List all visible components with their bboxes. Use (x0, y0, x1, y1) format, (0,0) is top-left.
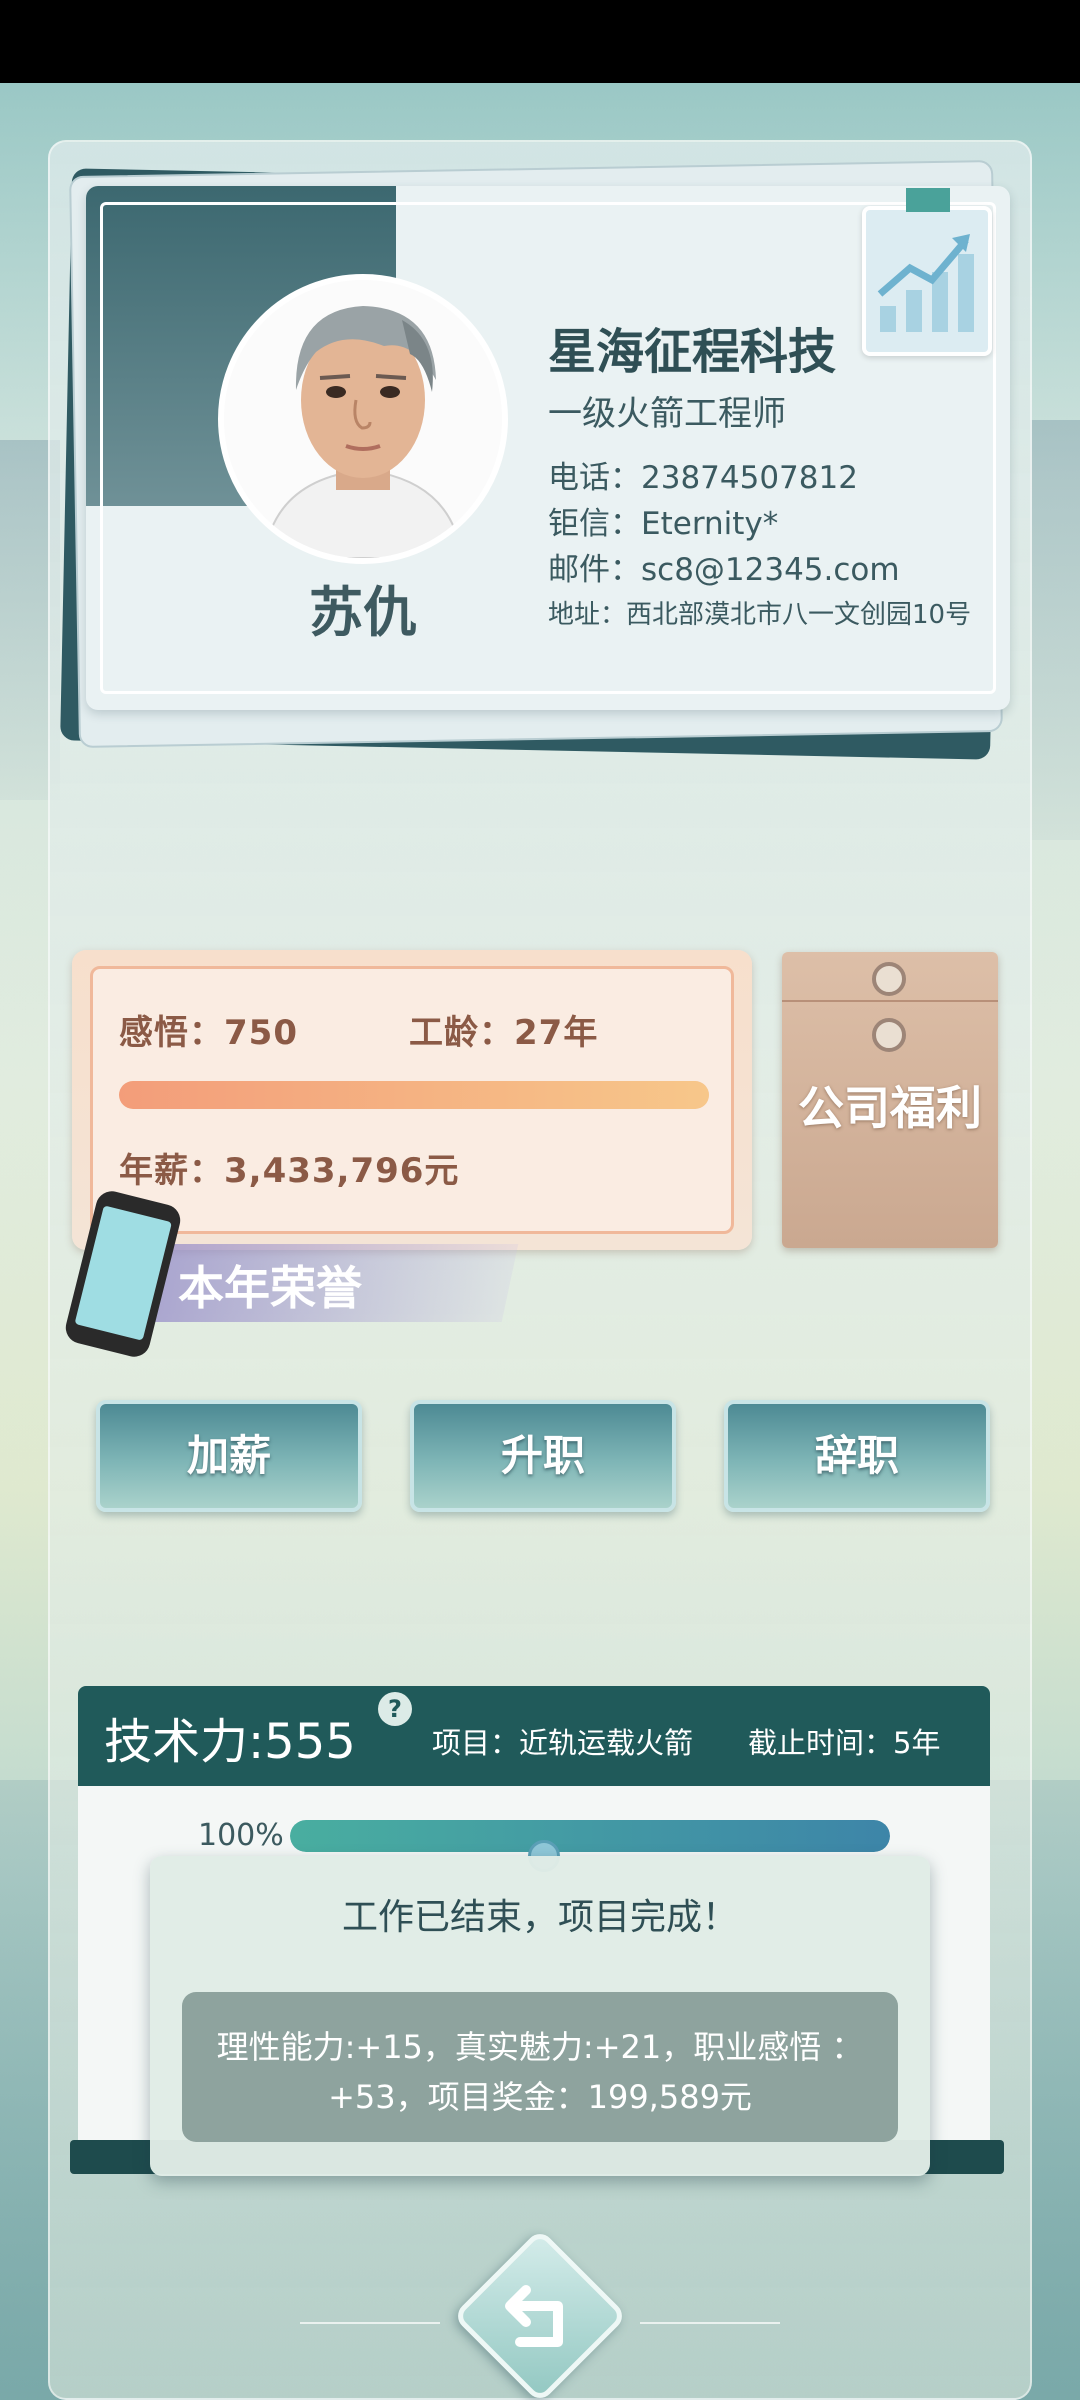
raise-salary-label: 加薪 (186, 1431, 271, 1480)
promote-button[interactable]: 升职 (410, 1400, 676, 1512)
status-bar (0, 0, 1080, 83)
phone-info: 电话：23874507812 (548, 460, 858, 496)
company-name: 星海征程科技 (548, 324, 837, 380)
promote-label: 升职 (500, 1431, 585, 1480)
resign-button[interactable]: 辞职 (724, 1400, 990, 1512)
reward-box: 理性能力:+15，真实魅力:+21，职业感悟 ： +53，项目奖金：199,58… (182, 1992, 898, 2142)
stats-inner-frame: 感悟：750 工龄：27年 年薪：3,433,796元 (90, 966, 734, 1234)
reward-line-1: 理性能力:+15，真实魅力:+21，职业感悟 ： (216, 2028, 864, 2066)
project-progress-bar (290, 1820, 890, 1852)
insight-stat: 感悟：750 (119, 1013, 298, 1053)
decor-line-left (300, 2322, 440, 2324)
project-name: 项目：近轨运载火箭 (432, 1726, 694, 1760)
reward-line-2: +53，项目奖金：199,589元 (328, 2078, 752, 2116)
progress-percent: 100% (198, 1818, 284, 1853)
growth-chart-icon (877, 234, 974, 332)
avatar (218, 274, 508, 564)
stats-bar-fill (119, 1081, 709, 1109)
employee-name: 苏仇 (309, 581, 417, 644)
tech-power: 技术力:555 (104, 1714, 356, 1770)
decor-line-right (640, 2322, 780, 2324)
avatar-portrait-icon (224, 280, 502, 558)
badge-clip (906, 188, 950, 212)
annual-honor-button[interactable]: 本年荣誉 (178, 1252, 362, 1318)
stats-card: 感悟：750 工龄：27年 年薪：3,433,796元 (72, 950, 752, 1250)
result-popup[interactable]: 工作已结束，项目完成！ 理性能力:+15，真实魅力:+21，职业感悟 ： +53… (150, 1856, 930, 2176)
seniority-stat: 工龄：27年 (409, 1013, 599, 1053)
project-deadline: 截止时间：5年 (748, 1726, 941, 1760)
resign-label: 辞职 (814, 1431, 899, 1480)
growth-chart-badge (862, 188, 992, 356)
background-building-right (1030, 420, 1080, 840)
raise-salary-button[interactable]: 加薪 (96, 1400, 362, 1512)
email-info: 邮件：sc8@12345.com (548, 552, 900, 588)
help-icon[interactable]: ? (378, 1692, 412, 1726)
project-progress-fill (290, 1820, 890, 1852)
stats-bar (119, 1081, 709, 1109)
envelope-clasp-icon (872, 1018, 906, 1052)
popup-title: 工作已结束，项目完成！ (341, 1897, 738, 1938)
address-info: 地址：西北部漠北市八一文创园10号 (548, 600, 972, 630)
chat-info: 钜信：Eternity* (548, 506, 779, 542)
back-arrow-icon (505, 2285, 563, 2347)
company-benefits-label: 公司福利 (798, 1081, 982, 1135)
job-title: 一级火箭工程师 (548, 394, 786, 434)
envelope-clasp-icon (872, 962, 906, 996)
company-benefits-button[interactable]: 公司福利 (782, 952, 998, 1248)
salary-stat: 年薪：3,433,796元 (119, 1151, 460, 1191)
